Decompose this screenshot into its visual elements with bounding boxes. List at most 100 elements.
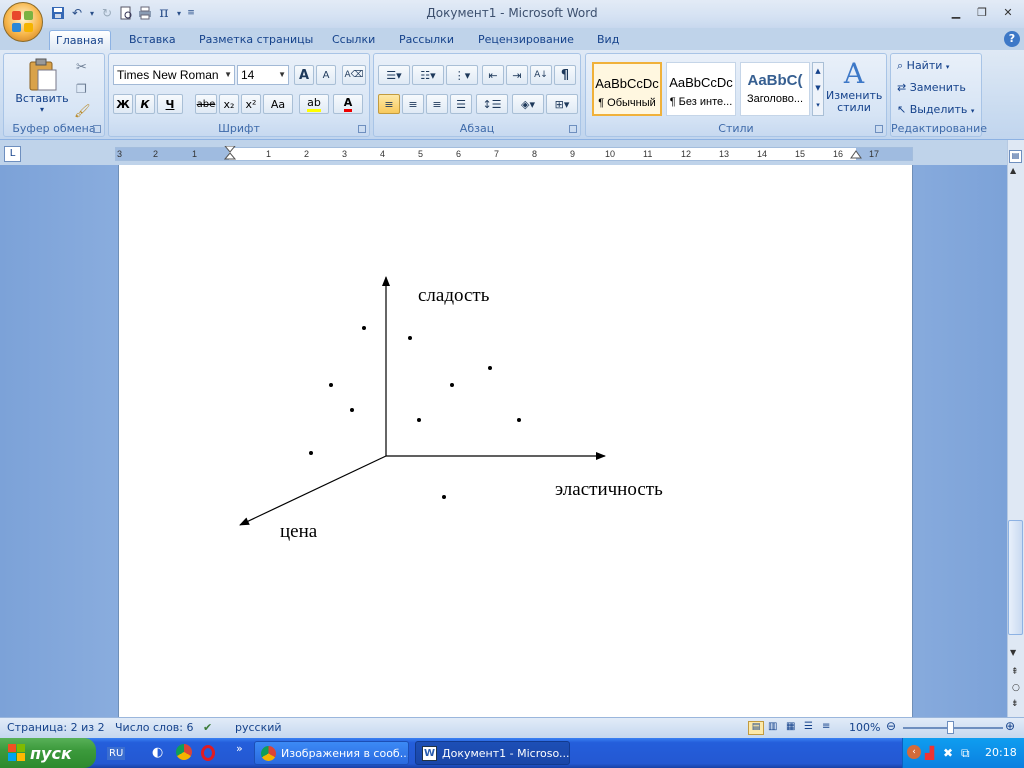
- proofing-icon[interactable]: ✔: [203, 721, 212, 734]
- draft-icon[interactable]: ≡: [822, 721, 830, 732]
- help-icon[interactable]: ?: [1004, 31, 1020, 47]
- strikethrough-button[interactable]: abe: [195, 94, 217, 114]
- styles-scroll[interactable]: ▲ ▼ ▾: [812, 62, 824, 116]
- tab-page-layout[interactable]: Разметка страницы: [193, 30, 319, 50]
- decrease-indent-icon[interactable]: ⇤: [482, 65, 504, 85]
- scroll-up-icon[interactable]: ▲: [1010, 166, 1016, 175]
- page-count[interactable]: Страница: 2 из 2: [7, 721, 105, 734]
- zoom-in-icon[interactable]: ⊕: [1005, 719, 1015, 733]
- word-count[interactable]: Число слов: 6: [115, 721, 194, 734]
- taskbar-task-word[interactable]: W Документ1 - Microso...: [415, 741, 570, 765]
- font-group: Times New Roman ▼ 14 ▼ A A A⌫ Ж К Ч abe x₂…: [108, 53, 370, 137]
- style-no-spacing[interactable]: AaBbCcDc ¶ Без инте...: [666, 62, 736, 116]
- font-launcher-icon[interactable]: [358, 125, 366, 133]
- ruler-toggle-icon[interactable]: ▤: [1009, 150, 1022, 163]
- subscript-button[interactable]: x₂: [219, 94, 239, 114]
- style-preview: AaBbC(: [747, 72, 803, 89]
- align-right-icon[interactable]: ≡: [426, 94, 448, 114]
- full-screen-reading-icon[interactable]: ▥: [768, 721, 777, 732]
- ruler-tick: 3: [342, 149, 348, 159]
- bullets-icon[interactable]: ☰▾: [378, 65, 410, 85]
- cut-icon[interactable]: ✂: [76, 60, 87, 75]
- indent-marker-icon[interactable]: [224, 146, 236, 162]
- quicklaunch-icon[interactable]: ◐: [152, 745, 163, 760]
- line-spacing-icon[interactable]: ↕☰: [476, 94, 508, 114]
- zoom-slider-thumb[interactable]: [947, 721, 954, 734]
- taskbar-task-chrome[interactable]: Изображения в сооб...: [254, 741, 409, 765]
- tray-expand-icon[interactable]: ‹: [907, 745, 921, 759]
- chrome-icon[interactable]: [176, 744, 192, 760]
- print-layout-icon[interactable]: ▤: [748, 721, 764, 735]
- show-formatting-button[interactable]: ¶: [554, 65, 576, 85]
- scroll-down-icon[interactable]: ▼: [1010, 648, 1016, 657]
- tab-review[interactable]: Рецензирование: [472, 30, 580, 50]
- clock[interactable]: 20:18: [985, 746, 1017, 759]
- tab-references[interactable]: Ссылки: [326, 30, 381, 50]
- right-indent-marker-icon[interactable]: [850, 150, 862, 160]
- opera-icon[interactable]: [201, 745, 215, 761]
- zoom-out-icon[interactable]: ⊖: [886, 719, 896, 733]
- tab-mailings[interactable]: Рассылки: [393, 30, 460, 50]
- network-icon[interactable]: ⧉: [961, 746, 970, 761]
- styles-launcher-icon[interactable]: [875, 125, 883, 133]
- tray-app-icon[interactable]: ▟: [925, 746, 934, 760]
- document-page[interactable]: сладость эластичность цена: [118, 165, 913, 717]
- zoom-level[interactable]: 100%: [849, 721, 880, 734]
- axes-diagram: [239, 276, 606, 526]
- language[interactable]: русский: [235, 721, 282, 734]
- select-button[interactable]: ↖ Выделить ▾: [897, 103, 974, 116]
- next-page-icon[interactable]: ⇟: [1011, 699, 1019, 709]
- language-indicator[interactable]: RU: [107, 747, 126, 760]
- numbering-icon[interactable]: ☷▾: [412, 65, 444, 85]
- tab-view[interactable]: Вид: [591, 30, 625, 50]
- browse-object-icon[interactable]: ○: [1012, 683, 1020, 693]
- taskbar-overflow-icon[interactable]: »: [236, 742, 243, 755]
- style-heading[interactable]: AaBbC( Заголово...: [740, 62, 810, 116]
- font-size-combo[interactable]: 14 ▼: [237, 65, 289, 85]
- office-button[interactable]: [3, 2, 43, 42]
- tab-selector-icon[interactable]: L: [4, 146, 21, 162]
- outline-icon[interactable]: ☰: [804, 721, 813, 732]
- grow-font-button[interactable]: A: [294, 65, 314, 85]
- increase-indent-icon[interactable]: ⇥: [506, 65, 528, 85]
- tab-insert[interactable]: Вставка: [123, 30, 182, 50]
- restore-icon[interactable]: ❐: [970, 3, 994, 21]
- ribbon-tabs: Главная Вставка Разметка страницы Ссылки…: [0, 28, 1024, 50]
- prev-page-icon[interactable]: ⇞: [1011, 667, 1019, 677]
- font-name-combo[interactable]: Times New Roman ▼: [113, 65, 235, 85]
- align-center-icon[interactable]: ≡: [402, 94, 424, 114]
- shading-icon[interactable]: ◈▾: [512, 94, 544, 114]
- tray-app-icon[interactable]: ✖: [943, 746, 953, 760]
- replace-button[interactable]: ⇄ Заменить: [897, 81, 966, 94]
- underline-button[interactable]: Ч: [157, 94, 183, 114]
- sort-icon[interactable]: A↓: [530, 65, 552, 85]
- start-button[interactable]: пуск: [0, 738, 96, 768]
- bold-button[interactable]: Ж: [113, 94, 133, 114]
- scroll-thumb[interactable]: [1008, 520, 1023, 635]
- align-left-icon[interactable]: ≡: [378, 94, 400, 114]
- web-layout-icon[interactable]: ▦: [786, 721, 795, 732]
- superscript-button[interactable]: x²: [241, 94, 261, 114]
- highlight-icon[interactable]: ab: [299, 94, 329, 114]
- multilevel-list-icon[interactable]: ⋮▾: [446, 65, 478, 85]
- close-icon[interactable]: ✕: [996, 3, 1020, 21]
- borders-icon[interactable]: ⊞▾: [546, 94, 578, 114]
- italic-button[interactable]: К: [135, 94, 155, 114]
- change-case-button[interactable]: Aa: [263, 94, 293, 114]
- style-normal[interactable]: AaBbCcDc ¶ Обычный: [592, 62, 662, 116]
- clipboard-launcher-icon[interactable]: [93, 125, 101, 133]
- justify-icon[interactable]: ☰: [450, 94, 472, 114]
- find-button[interactable]: ⌕ Найти ▾: [897, 59, 949, 73]
- tab-home[interactable]: Главная: [49, 30, 111, 50]
- paste-button[interactable]: Вставить ▾: [12, 58, 72, 118]
- ruler-tick: 16: [833, 149, 844, 159]
- copy-icon[interactable]: ❐: [76, 82, 87, 96]
- change-styles-button[interactable]: A Изменить стили: [826, 58, 882, 122]
- format-painter-icon[interactable]: 🖌: [74, 104, 91, 119]
- paragraph-launcher-icon[interactable]: [569, 125, 577, 133]
- minimize-icon[interactable]: ▁: [944, 3, 968, 21]
- horizontal-ruler[interactable]: 3 2 1 1 2 3 4 5 6 7 8 9 10 11 12 13 14 1…: [115, 146, 913, 162]
- font-color-icon[interactable]: A: [333, 94, 363, 114]
- shrink-font-button[interactable]: A: [316, 65, 336, 85]
- clear-formatting-icon[interactable]: A⌫: [342, 65, 366, 85]
